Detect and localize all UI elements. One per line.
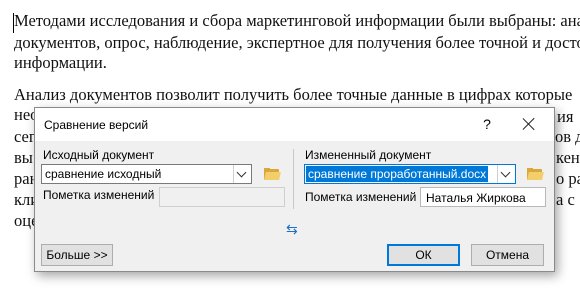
revised-marks-input[interactable]: Наталья Жиркова <box>420 187 546 207</box>
compare-versions-dialog: Сравнение версий ? Исходный документ сра… <box>34 107 555 272</box>
cancel-button[interactable]: Отмена <box>471 244 544 266</box>
more-button[interactable]: Больше >> <box>41 244 113 266</box>
revised-document-label: Измененный документ <box>305 148 432 162</box>
doc-fragment: а с <box>556 190 575 209</box>
swap-icon[interactable]: ⇆ <box>286 221 298 238</box>
doc-line: сег <box>14 127 36 146</box>
original-marks-label: Пометка изменений <box>43 188 155 202</box>
revised-marks-label: Пометка изменений <box>305 190 417 204</box>
close-icon[interactable] <box>520 115 538 133</box>
doc-line: Методами исследования и сбора маркетинго… <box>14 11 580 30</box>
help-icon[interactable]: ? <box>479 116 495 132</box>
ok-button[interactable]: ОК <box>387 244 460 266</box>
revised-marks-value: Наталья Жиркова <box>426 191 526 205</box>
original-document-value: сравнение исходный <box>45 167 162 181</box>
revised-document-value: сравнение проработанный.docx <box>306 166 489 182</box>
original-marks-input[interactable] <box>159 187 285 207</box>
revised-document-select[interactable]: сравнение проработанный.docx <box>304 164 516 184</box>
dialog-titlebar[interactable]: Сравнение версий ? <box>35 108 554 141</box>
folder-icon[interactable] <box>527 168 544 180</box>
divider <box>293 149 294 209</box>
doc-line: документов, опрос, наблюдение, экспертно… <box>14 33 580 52</box>
dialog-title: Сравнение версий <box>44 118 149 132</box>
doc-line: вы <box>14 148 33 167</box>
chevron-down-icon[interactable] <box>497 165 515 183</box>
doc-line: информации. <box>14 53 107 72</box>
doc-fragment: ия <box>557 107 574 126</box>
original-document-select[interactable]: сравнение исходный <box>41 164 252 184</box>
chevron-down-icon[interactable] <box>233 165 251 183</box>
doc-line: Анализ документов позволит получить боле… <box>14 85 573 104</box>
doc-fragment: кенн <box>556 148 580 167</box>
folder-icon[interactable] <box>264 168 281 180</box>
doc-fragment: ов д <box>555 127 580 146</box>
original-document-label: Исходный документ <box>43 148 155 162</box>
doc-fragment: о ра <box>556 169 580 188</box>
